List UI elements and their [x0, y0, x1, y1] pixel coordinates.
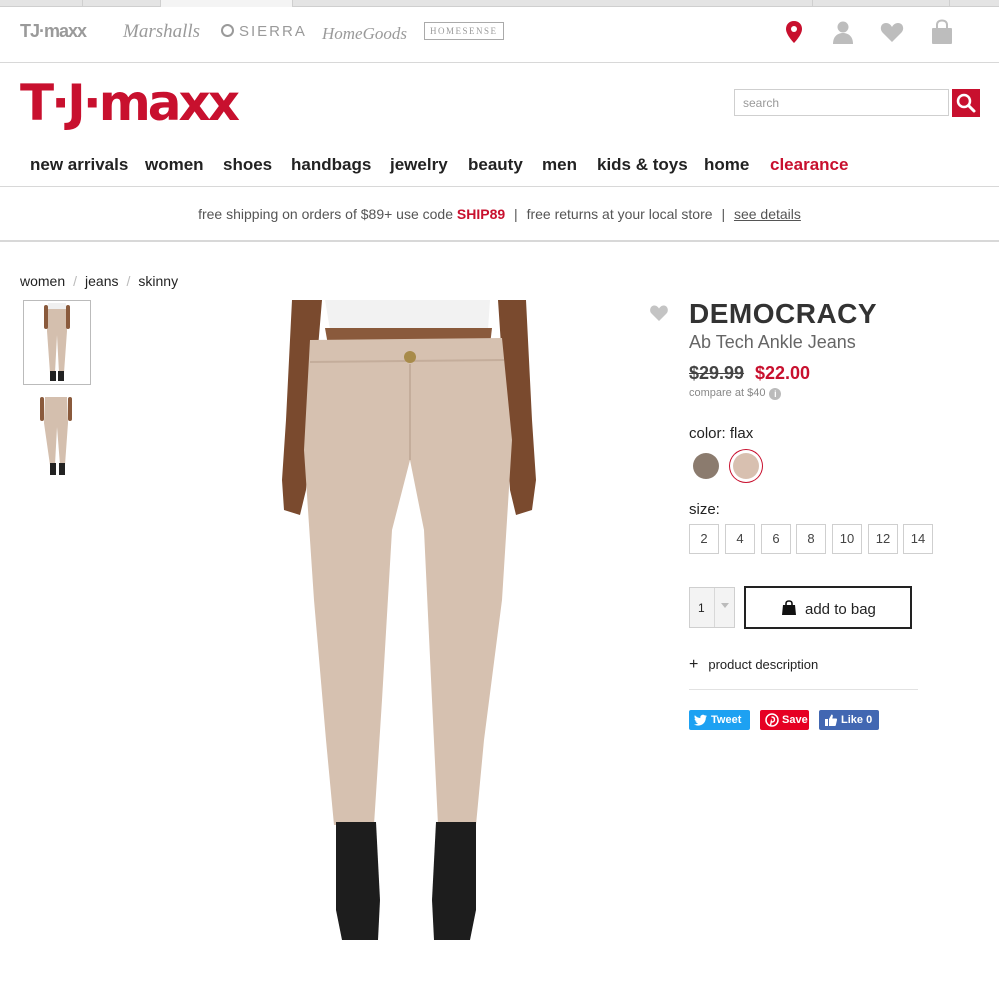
- product-main-image[interactable]: [270, 300, 550, 950]
- product-description-toggle[interactable]: + product description: [689, 656, 818, 674]
- tweet-button[interactable]: Tweet: [689, 710, 750, 730]
- nav-item-home[interactable]: home: [704, 155, 749, 175]
- thumbnail-image: [40, 397, 72, 475]
- brand-link-sierra[interactable]: SIERRA: [221, 23, 307, 40]
- chevron-down-icon: [721, 603, 729, 608]
- search-button[interactable]: [952, 89, 980, 117]
- tweet-label: Tweet: [711, 714, 742, 726]
- breadcrumb-separator: /: [73, 273, 78, 289]
- product-thumbnail-front[interactable]: [23, 300, 91, 385]
- family-brands-bar: TJ·maxx Marshalls SIERRA HomeGoods HOMES…: [0, 7, 999, 63]
- brand-link-homesense[interactable]: HOMESENSE: [424, 22, 504, 40]
- promo-banner: free shipping on orders of $89+ use code…: [0, 206, 999, 222]
- breadcrumb-separator: /: [126, 273, 131, 289]
- twitter-bird-icon: [694, 714, 707, 726]
- nav-item-beauty[interactable]: beauty: [468, 155, 523, 175]
- breadcrumb: women / jeans / skinny: [20, 273, 178, 289]
- color-selector-label: color: flax: [689, 425, 753, 442]
- tjmaxx-logo[interactable]: T·J·maxx: [20, 78, 240, 128]
- quantity-value: 1: [698, 601, 705, 615]
- color-label: color:: [689, 425, 726, 442]
- compare-at-text: compare at $40: [689, 387, 766, 399]
- shopping-bag-icon[interactable]: [929, 19, 955, 45]
- promo-separator: |: [721, 206, 726, 222]
- facebook-like-button[interactable]: Like 0: [819, 710, 879, 730]
- pinterest-save-button[interactable]: Save: [760, 710, 809, 730]
- search-input[interactable]: search: [734, 89, 949, 116]
- promo-returns-text: free returns at your local store: [526, 206, 713, 222]
- see-details-link[interactable]: see details: [734, 206, 801, 222]
- browser-tab-active[interactable]: [161, 0, 293, 7]
- product-description-label: product description: [708, 657, 819, 672]
- sale-price: $22.00: [755, 363, 811, 383]
- sierra-logo-icon: [221, 24, 234, 37]
- compare-at-price: compare at $40 i: [689, 387, 782, 400]
- promo-shipping-text: free shipping on orders of $89+ use code: [198, 206, 453, 222]
- nav-item-shoes[interactable]: shoes: [223, 155, 272, 175]
- size-option-12[interactable]: 12: [868, 524, 898, 554]
- quantity-divider: [714, 588, 715, 627]
- browser-tab[interactable]: [83, 0, 161, 7]
- product-title: Ab Tech Ankle Jeans: [689, 332, 856, 352]
- brand-link-tjmaxx[interactable]: TJ·maxx: [20, 21, 87, 42]
- size-option-2[interactable]: 2: [689, 524, 719, 554]
- save-label: Save: [782, 714, 808, 726]
- like-label: Like 0: [841, 714, 873, 726]
- size-label: size:: [689, 501, 720, 518]
- nav-item-men[interactable]: men: [542, 155, 577, 175]
- brand-link-sierra-label: SIERRA: [239, 23, 307, 40]
- nav-item-women[interactable]: women: [145, 155, 204, 175]
- nav-item-handbags[interactable]: handbags: [291, 155, 371, 175]
- location-pin-icon[interactable]: [781, 19, 807, 45]
- add-to-bag-label: add to bag: [805, 601, 876, 618]
- shopping-bag-icon: [782, 600, 796, 615]
- wishlist-heart-icon[interactable]: [879, 19, 905, 45]
- product-brand[interactable]: DEMOCRACY: [689, 298, 877, 330]
- brand-link-homegoods[interactable]: HomeGoods: [322, 24, 407, 44]
- add-to-bag-button[interactable]: add to bag: [744, 586, 912, 629]
- color-swatch-flax[interactable]: [733, 453, 759, 479]
- nav-item-new-arrivals[interactable]: new arrivals: [30, 155, 128, 175]
- promo-code: SHIP89: [456, 206, 506, 222]
- promo-divider: [0, 240, 999, 242]
- browser-tab[interactable]: [293, 0, 813, 7]
- nav-item-kids-toys[interactable]: kids & toys: [597, 155, 688, 175]
- size-option-4[interactable]: 4: [725, 524, 755, 554]
- size-option-8[interactable]: 8: [796, 524, 826, 554]
- breadcrumb-jeans[interactable]: jeans: [85, 273, 118, 289]
- nav-item-clearance[interactable]: clearance: [770, 155, 848, 175]
- thumbnail-image: [44, 303, 70, 381]
- size-option-10[interactable]: 10: [832, 524, 862, 554]
- size-option-14[interactable]: 14: [903, 524, 933, 554]
- quantity-select[interactable]: 1: [689, 587, 735, 628]
- nav-divider: [0, 186, 999, 187]
- brand-link-marshalls[interactable]: Marshalls: [123, 21, 200, 43]
- promo-separator: |: [514, 206, 518, 222]
- add-to-wishlist-heart-icon[interactable]: [649, 303, 669, 323]
- breadcrumb-women[interactable]: women: [20, 273, 65, 289]
- search-icon: [956, 93, 976, 113]
- size-option-6[interactable]: 6: [761, 524, 791, 554]
- selected-color-name: flax: [729, 425, 754, 442]
- original-price: $29.99: [689, 363, 745, 383]
- account-icon[interactable]: [830, 19, 856, 45]
- plus-icon: +: [689, 656, 699, 673]
- color-swatch-taupe[interactable]: [693, 453, 719, 479]
- info-icon[interactable]: i: [769, 388, 782, 400]
- browser-tab[interactable]: [813, 0, 950, 7]
- description-divider: [689, 689, 918, 690]
- breadcrumb-skinny[interactable]: skinny: [138, 273, 178, 289]
- browser-tab-strip: [0, 0, 999, 7]
- nav-item-jewelry[interactable]: jewelry: [390, 155, 448, 175]
- browser-tab[interactable]: [0, 0, 83, 7]
- product-thumbnail-back[interactable]: [23, 393, 91, 478]
- thumbs-up-icon: [825, 714, 838, 726]
- pinterest-icon: [765, 713, 779, 727]
